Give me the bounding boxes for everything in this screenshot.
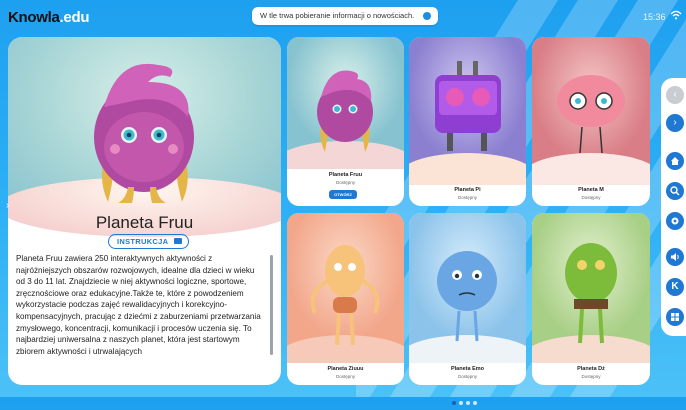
card-title: Planeta Ziuuu xyxy=(327,366,364,372)
update-notice: W tle trwa pobieranie informacji o nowoś… xyxy=(252,7,439,25)
card-status: Dostępny xyxy=(457,374,477,379)
featured-planet-image xyxy=(8,37,281,237)
home-icon[interactable] xyxy=(666,152,684,170)
featured-planet-panel: Planeta Fruu INSTRUKCJA Planeta Fruu zaw… xyxy=(8,37,281,385)
planet-m-image xyxy=(532,37,650,185)
loading-spinner-icon xyxy=(423,12,432,20)
card-title: Planeta Emo xyxy=(450,366,484,372)
planet-ziuuu-image xyxy=(287,213,404,363)
clock: 15:36 xyxy=(643,12,666,22)
page-dot[interactable] xyxy=(459,401,463,405)
card-status: Dostępny xyxy=(581,195,601,200)
planet-dz-image xyxy=(532,213,650,363)
planet-card-pi[interactable]: Planeta Pi Dostępny xyxy=(409,37,526,206)
open-button[interactable]: OTWÓRZ xyxy=(329,190,357,199)
card-status: Dostępny xyxy=(335,180,355,185)
card-title: Planeta Dż xyxy=(577,366,605,372)
planet-card-fruu[interactable]: Planeta Fruu Dostępny OTWÓRZ xyxy=(287,37,404,206)
app-logo[interactable]: Knowla.edu xyxy=(8,9,90,26)
right-sidebar: ‹ › K xyxy=(661,78,686,336)
planet-card-emo[interactable]: Planeta Emo Dostępny xyxy=(409,213,526,385)
instruction-label: INSTRUKCJA xyxy=(117,237,169,246)
planet-pi-image xyxy=(409,37,526,185)
planet-card-ziuuu[interactable]: Planeta Ziuuu Dostępny xyxy=(287,213,404,385)
book-icon xyxy=(174,238,183,244)
planet-emo-image xyxy=(409,213,526,363)
update-notice-text: W tle trwa pobieranie informacji o nowoś… xyxy=(260,11,415,20)
back-icon[interactable]: ‹ xyxy=(666,86,684,104)
card-title: Planeta M xyxy=(578,187,604,193)
card-status: Dostępny xyxy=(581,374,601,379)
wifi-icon xyxy=(670,10,682,20)
pagination-dots[interactable] xyxy=(452,392,480,410)
card-title: Planeta Pi xyxy=(454,187,481,193)
card-title: Planeta Fruu xyxy=(328,172,363,178)
planet-fruu-image xyxy=(287,37,404,169)
page-dot[interactable] xyxy=(466,401,470,405)
top-bar: Knowla.edu W tle trwa pobieranie informa… xyxy=(0,0,686,34)
card-status: Dostępny xyxy=(457,195,477,200)
card-status: Dostępny xyxy=(335,374,355,379)
featured-planet-description: Planeta Fruu zawiera 250 interaktywnych … xyxy=(16,254,261,356)
forward-icon[interactable]: › xyxy=(666,114,684,132)
chevron-left-icon[interactable]: › xyxy=(6,200,9,211)
volume-icon[interactable] xyxy=(666,248,684,266)
windows-icon[interactable] xyxy=(666,308,684,326)
page-dot[interactable] xyxy=(452,401,456,405)
planet-card-dz[interactable]: Planeta Dż Dostępny xyxy=(532,213,650,385)
search-icon[interactable] xyxy=(666,182,684,200)
knowla-k-icon[interactable]: K xyxy=(666,278,684,296)
description-scrollbar[interactable] xyxy=(270,255,273,355)
page-dot[interactable] xyxy=(473,401,477,405)
featured-planet-title: Planeta Fruu xyxy=(95,213,194,232)
instruction-button[interactable]: INSTRUKCJA xyxy=(108,234,190,249)
planet-card-m[interactable]: Planeta M Dostępny xyxy=(532,37,650,206)
gear-icon[interactable] xyxy=(666,212,684,230)
